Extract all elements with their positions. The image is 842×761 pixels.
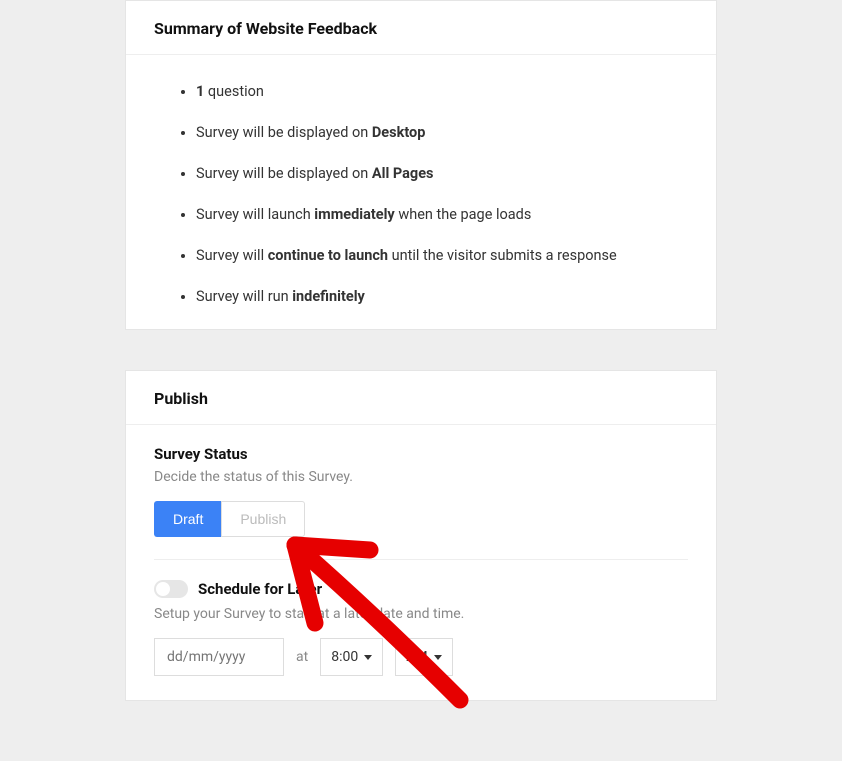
summary-item: Survey will launch immediately when the … [196, 206, 688, 223]
schedule-toggle[interactable] [154, 580, 188, 598]
at-label: at [296, 649, 308, 665]
publish-header: Publish [126, 371, 716, 425]
summary-title: Summary of Website Feedback [154, 19, 688, 38]
status-desc: Decide the status of this Survey. [154, 469, 688, 485]
publish-title: Publish [154, 389, 688, 408]
divider [154, 559, 688, 560]
chevron-down-icon [364, 655, 372, 660]
summary-item: 1 question [196, 83, 688, 100]
summary-item: Survey will be displayed on Desktop [196, 124, 688, 141]
date-input[interactable] [154, 638, 284, 676]
chevron-down-icon [434, 655, 442, 660]
summary-body: 1 question Survey will be displayed on D… [126, 55, 716, 329]
publish-button[interactable]: Publish [221, 501, 305, 537]
schedule-title: Schedule for Later [198, 580, 322, 598]
draft-button[interactable]: Draft [154, 501, 221, 537]
summary-item: Survey will be displayed on All Pages [196, 165, 688, 182]
status-button-group: Draft Publish [154, 501, 305, 537]
status-title: Survey Status [154, 445, 688, 463]
schedule-controls: at 8:00 AM [154, 638, 688, 676]
time-select[interactable]: 8:00 [320, 638, 383, 676]
schedule-row: Schedule for Later [154, 580, 688, 598]
summary-list: 1 question Survey will be displayed on D… [154, 83, 688, 305]
ampm-value: AM [406, 649, 427, 665]
summary-card: Summary of Website Feedback 1 question S… [125, 0, 717, 330]
summary-item: Survey will continue to launch until the… [196, 247, 688, 264]
ampm-select[interactable]: AM [395, 638, 452, 676]
time-value: 8:00 [331, 649, 358, 665]
summary-item: Survey will run indefinitely [196, 288, 688, 305]
schedule-desc: Setup your Survey to start at a later da… [154, 606, 688, 622]
summary-header: Summary of Website Feedback [126, 1, 716, 55]
publish-card: Publish Survey Status Decide the status … [125, 370, 717, 701]
publish-body: Survey Status Decide the status of this … [126, 425, 716, 700]
